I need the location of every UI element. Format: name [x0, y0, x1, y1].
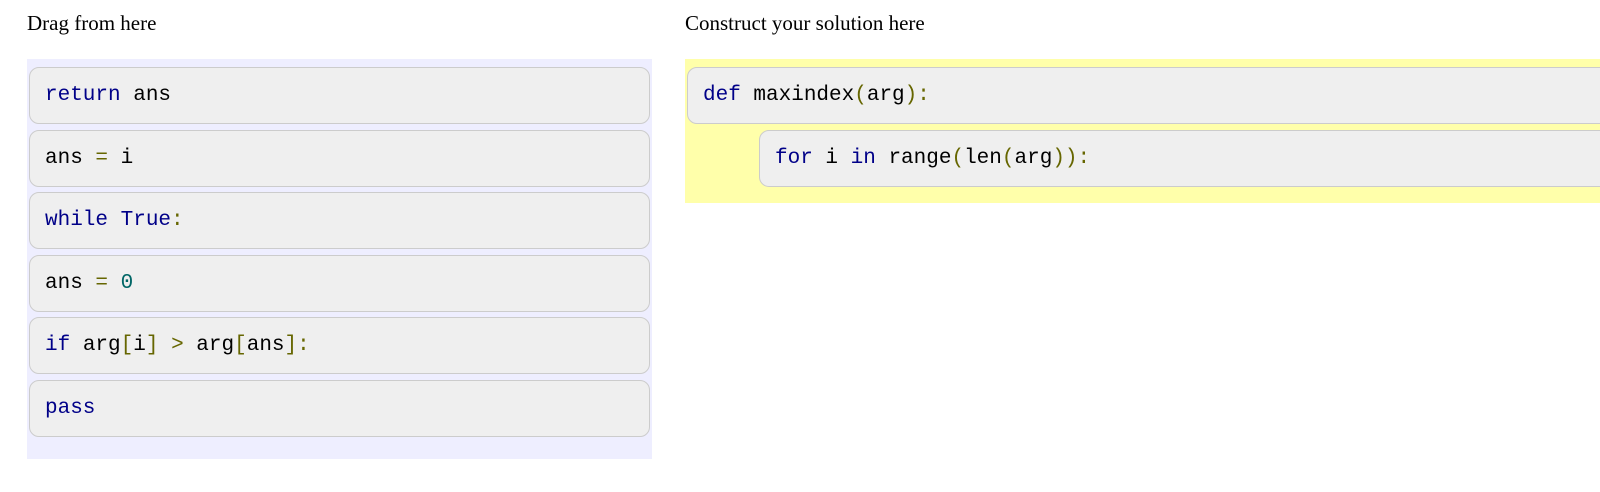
code-token: i — [812, 146, 851, 170]
code-token: maxindex — [740, 84, 855, 107]
code-token: ans — [120, 84, 172, 107]
code-token: return — [45, 84, 121, 107]
code-token: ( — [1001, 146, 1015, 170]
code-token: ( — [854, 84, 867, 107]
code-token: ans — [45, 146, 96, 170]
solution-drop-area[interactable]: def maxindex(arg): for i in range(len(arg… — [685, 59, 1600, 203]
code-token: ans — [246, 334, 285, 357]
code-block[interactable]: while True: — [29, 192, 650, 249]
code-block[interactable]: for i in range(len(arg)): — [759, 129, 1600, 187]
answer-area-title: Construct your solution here — [685, 11, 925, 35]
code-token: > — [171, 334, 184, 357]
code-block[interactable]: def maxindex(arg): — [687, 67, 1600, 124]
code-token: def — [703, 84, 741, 107]
code-token: : — [171, 209, 184, 232]
code-token: )): — [1052, 146, 1091, 170]
code-block[interactable]: if arg[i] > arg[ans]: — [29, 317, 650, 374]
code-token: ]: — [284, 334, 310, 357]
code-token: i — [108, 146, 134, 170]
code-token: for — [775, 146, 813, 170]
code-token: = — [95, 146, 109, 170]
code-block[interactable]: ans = 0 — [29, 254, 650, 312]
source-area-title: Drag from here — [27, 11, 157, 35]
code-token: arg — [183, 334, 235, 357]
code-token: ] — [145, 334, 159, 357]
code-token: ): — [904, 84, 930, 107]
code-token: = — [95, 271, 109, 295]
code-token: [ — [120, 334, 134, 357]
code-token: len — [964, 146, 1002, 170]
code-token: arg — [70, 334, 121, 357]
code-token: ( — [951, 146, 965, 170]
code-block[interactable]: return ans — [29, 67, 650, 124]
source-drag-area[interactable]: return ans ans = i while True: ans = 0 if ar… — [27, 59, 652, 459]
code-token: range — [875, 146, 952, 170]
code-token: True — [120, 209, 172, 232]
code-token: 0 — [120, 271, 134, 295]
code-block[interactable]: pass — [29, 379, 650, 437]
code-token: arg — [866, 84, 905, 107]
code-token: pass — [45, 396, 96, 420]
code-token: ans — [45, 271, 96, 295]
code-block[interactable]: ans = i — [29, 129, 650, 187]
code-token: i — [133, 334, 146, 357]
code-token: while — [45, 209, 109, 232]
code-token: [ — [234, 334, 247, 357]
code-token: in — [850, 146, 876, 170]
code-token: if — [45, 334, 71, 357]
code-token: arg — [1014, 146, 1053, 170]
